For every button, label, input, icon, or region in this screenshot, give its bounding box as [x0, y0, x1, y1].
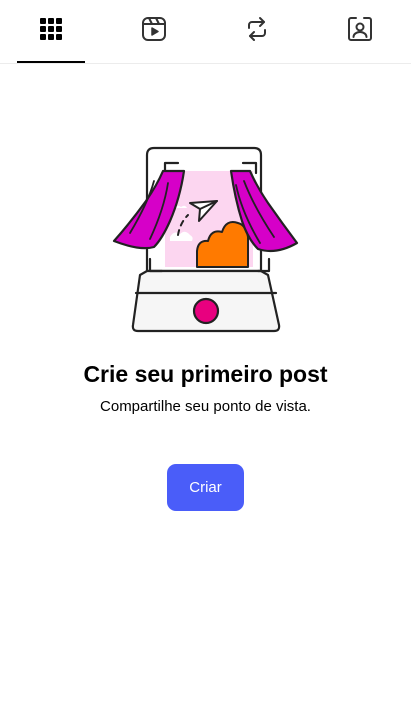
- selected-tab-indicator: [17, 61, 85, 63]
- reels-icon: [141, 16, 167, 47]
- tab-reposts[interactable]: [223, 0, 291, 63]
- create-post-button[interactable]: Criar: [167, 464, 244, 511]
- reposts-icon: [244, 16, 270, 47]
- grid-icon: [40, 18, 62, 45]
- profile-tab-bar: [0, 0, 411, 64]
- empty-state-illustration: [110, 143, 302, 335]
- tab-tagged[interactable]: [326, 0, 394, 63]
- tab-reels[interactable]: [120, 0, 188, 63]
- empty-state-subtitle: Compartilhe seu ponto de vista.: [100, 398, 311, 415]
- tagged-icon: [347, 16, 373, 47]
- tab-grid[interactable]: [17, 0, 85, 63]
- empty-state-title: Crie seu primeiro post: [83, 361, 328, 387]
